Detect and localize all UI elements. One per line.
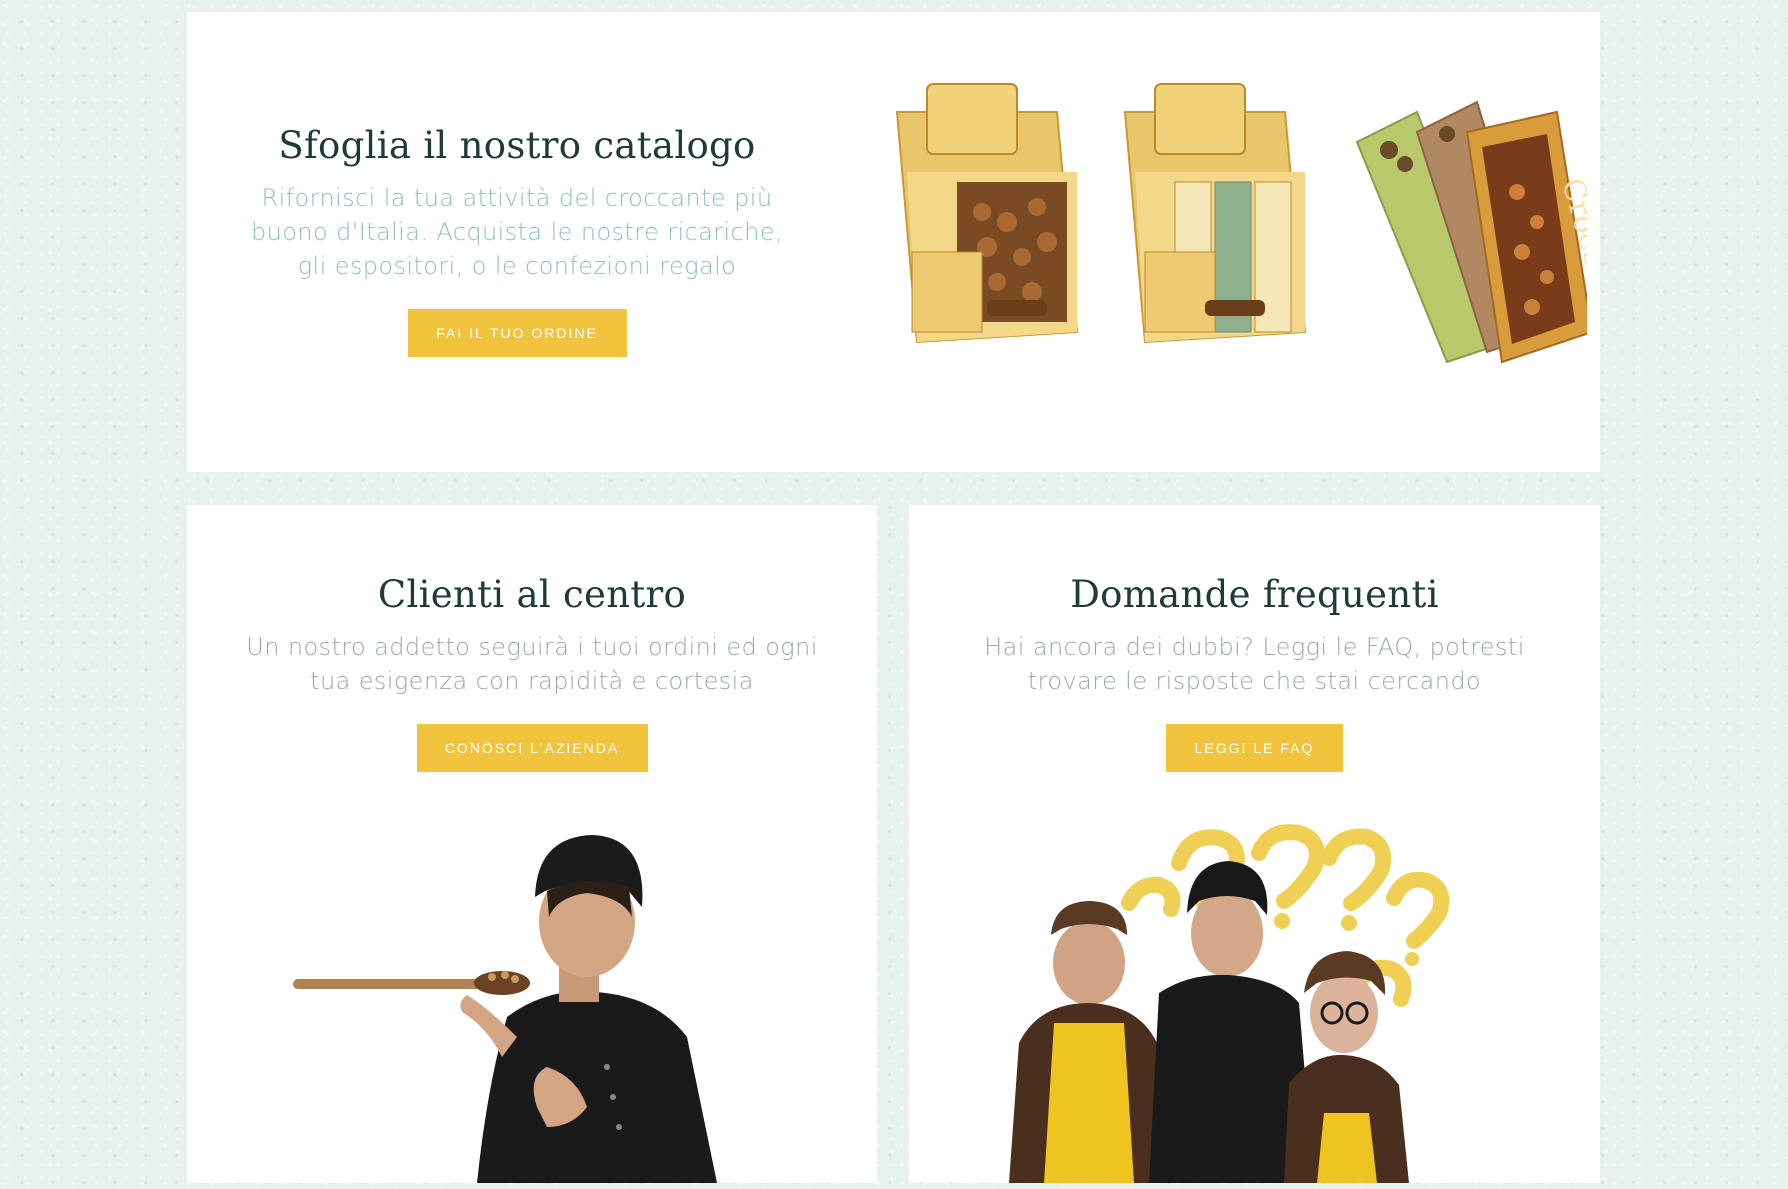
clients-card: Clienti al centro Un nostro addetto segu… — [187, 505, 877, 1183]
faq-text: Domande frequenti Hai ancora dei dubbi? … — [949, 573, 1560, 772]
croccantone-boxes: Croccantone — [1355, 100, 1587, 370]
clients-description: Un nostro addetto seguirà i tuoi ordini … — [246, 633, 818, 695]
clients-text: Clienti al centro Un nostro addetto segu… — [227, 573, 837, 772]
faq-card: Domande frequenti Hai ancora dei dubbi? … — [909, 505, 1600, 1183]
display-box-1 — [895, 83, 1079, 344]
company-button[interactable]: CONOSCI L'AZIENDA — [416, 724, 648, 772]
faq-button[interactable]: LEGGI LE FAQ — [1166, 724, 1343, 772]
catalog-description: Rifornisci la tua attività del croccante… — [251, 184, 783, 280]
order-button[interactable]: FAI IL TUO ORDINE — [407, 309, 627, 357]
catalog-card: Sfoglia il nostro catalogo Rifornisci la… — [187, 12, 1600, 472]
catalog-products-image: Croccantone — [895, 83, 1587, 370]
catalog-text: Sfoglia il nostro catalogo Rifornisci la… — [237, 124, 797, 357]
display-box-2 — [1123, 83, 1307, 344]
clients-title: Clienti al centro — [377, 573, 687, 616]
chef-tasting-image — [293, 835, 717, 1183]
faq-description: Hai ancora dei dubbi? Leggi le FAQ, potr… — [984, 633, 1525, 695]
faq-title: Domande frequenti — [1070, 573, 1439, 616]
team-question-marks-image — [1009, 824, 1450, 1183]
catalog-title: Sfoglia il nostro catalogo — [278, 124, 756, 167]
